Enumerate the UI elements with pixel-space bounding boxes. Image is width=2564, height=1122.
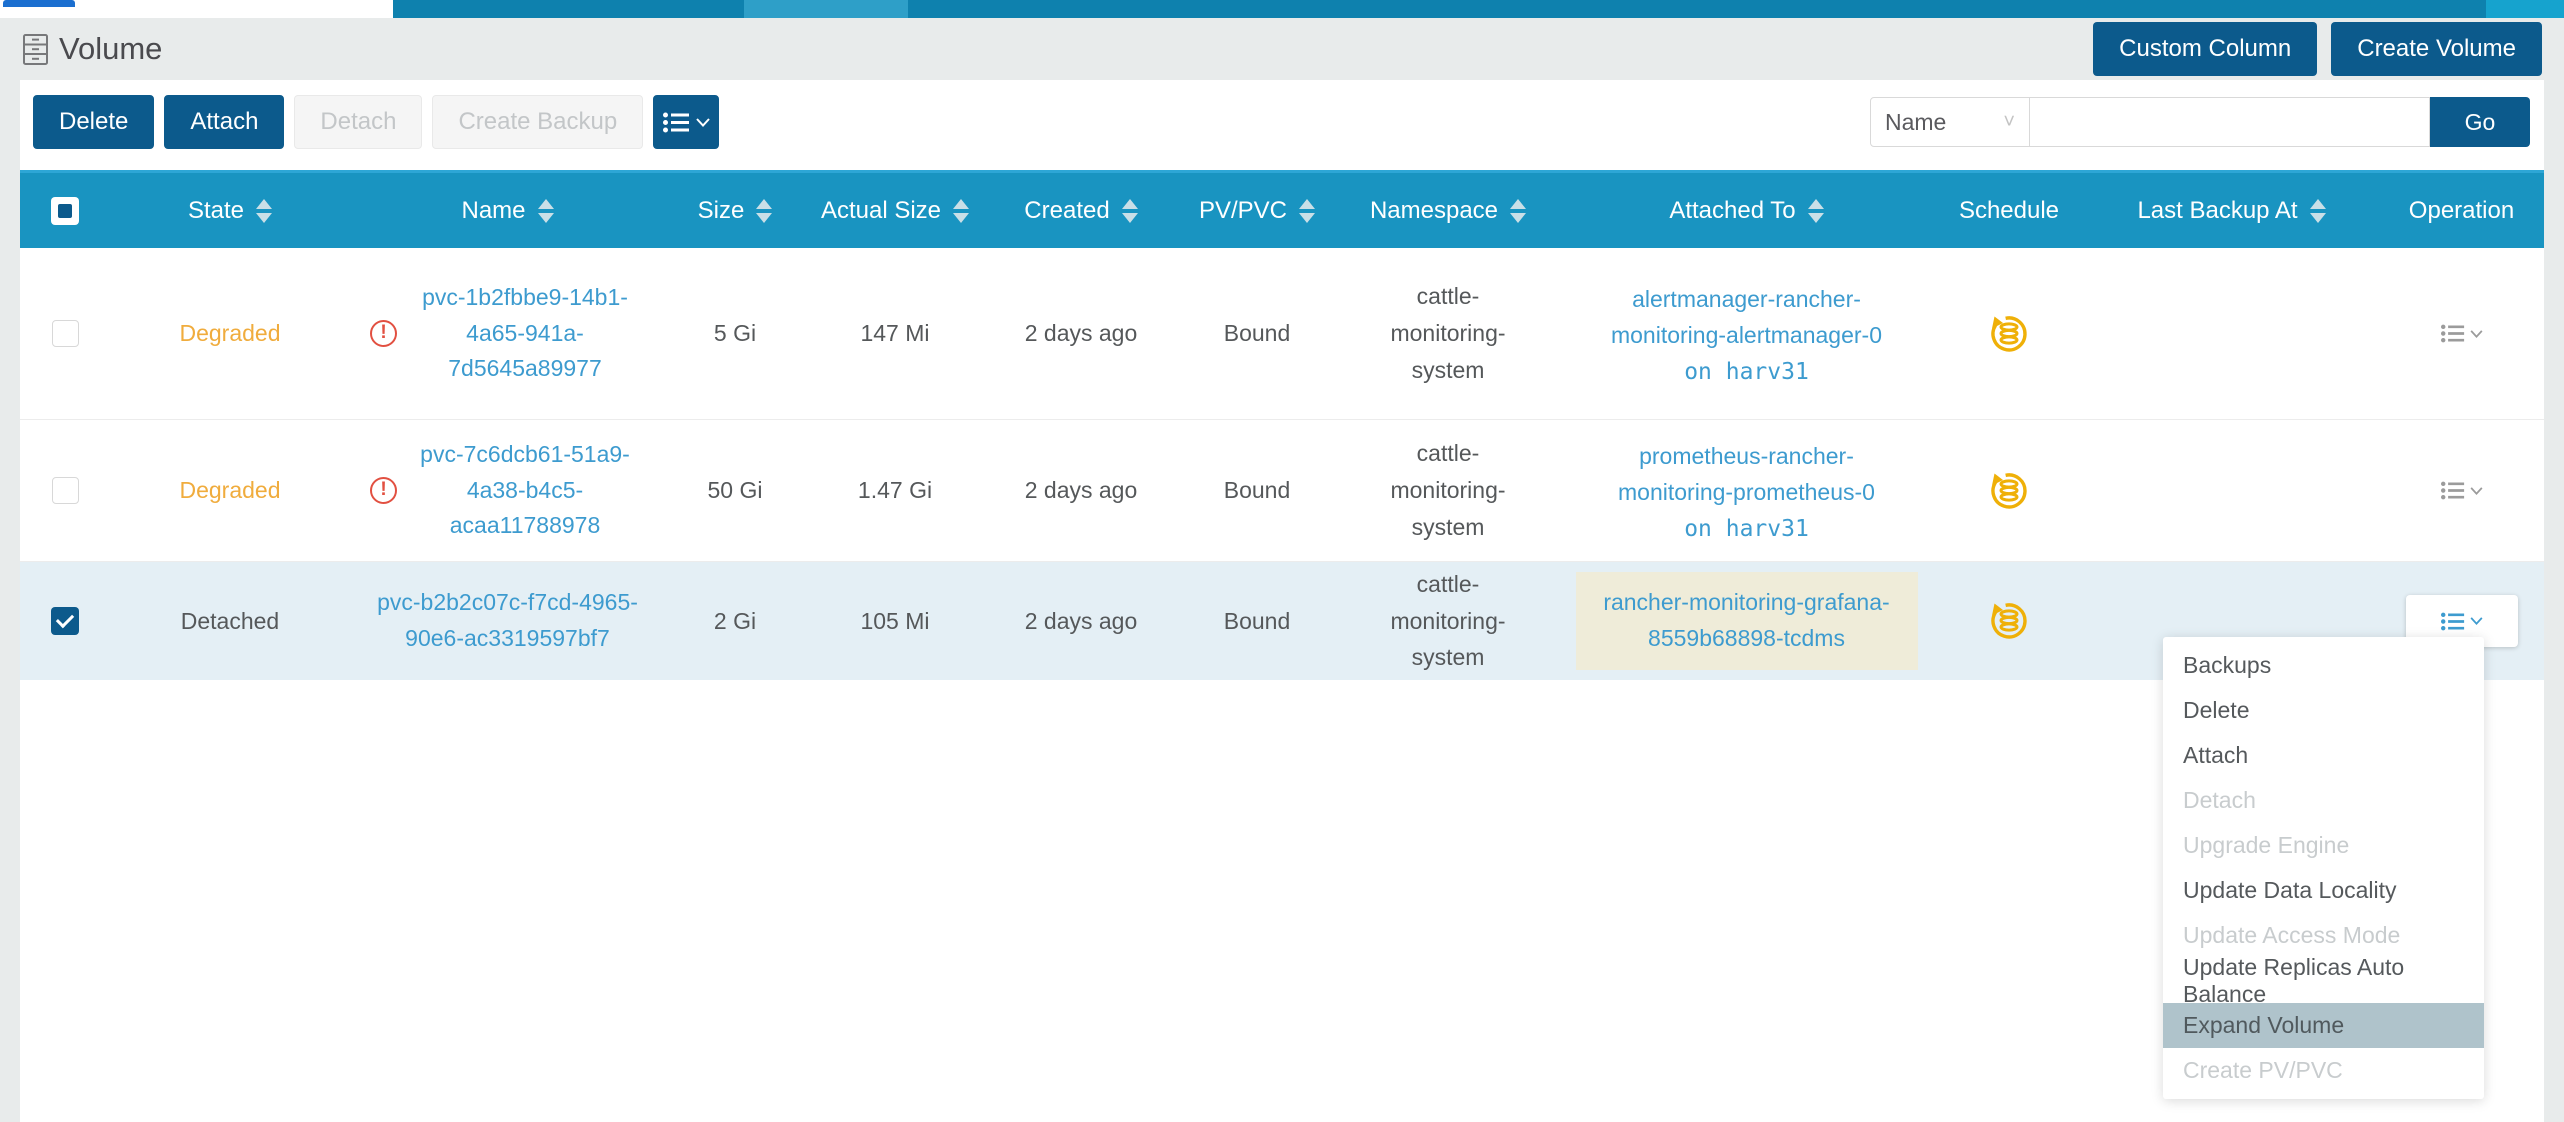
- actual-size-value: 1.47 Gi: [858, 477, 932, 504]
- search-bar: Name ˅ Go: [1870, 97, 2530, 147]
- browser-tab-strip: [0, 0, 393, 18]
- schedule-icon: [1986, 598, 2032, 644]
- sort-icon: [1808, 199, 1824, 223]
- column-header-schedule: Schedule: [1934, 197, 2084, 225]
- size-value: 5 Gi: [714, 320, 756, 347]
- select-all-checkbox[interactable]: [51, 197, 79, 225]
- select-all-header-cell: [20, 197, 110, 225]
- menu-item-update-replicas-auto-balance[interactable]: Update Replicas Auto Balance: [2163, 958, 2484, 1003]
- namespace-value: cattle-monitoring-system: [1382, 566, 1514, 676]
- attach-button[interactable]: Attach: [164, 95, 284, 149]
- volume-name-link[interactable]: pvc-b2b2c07c-f7cd-4965-90e6-ac3319597bf7: [372, 585, 644, 656]
- search-field-value: Name: [1885, 109, 1946, 136]
- sort-icon: [756, 199, 772, 223]
- sort-icon: [1510, 199, 1526, 223]
- go-button[interactable]: Go: [2430, 97, 2530, 147]
- column-header-size[interactable]: Size: [665, 197, 805, 225]
- table-row: Degraded ! pvc-1b2fbbe9-14b1-4a65-941a-7…: [20, 248, 2544, 420]
- operation-dropdown-menu: Backups Delete Attach Detach Upgrade Eng…: [2163, 637, 2484, 1099]
- status-badge: Degraded: [179, 477, 280, 504]
- status-badge: Detached: [181, 608, 279, 635]
- volume-icon: [22, 33, 49, 66]
- status-badge: Degraded: [179, 320, 280, 347]
- created-value: 2 days ago: [1025, 477, 1138, 504]
- delete-button[interactable]: Delete: [33, 95, 154, 149]
- menu-item-expand-volume[interactable]: Expand Volume: [2163, 1003, 2484, 1048]
- create-volume-button[interactable]: Create Volume: [2331, 22, 2542, 76]
- created-value: 2 days ago: [1025, 608, 1138, 635]
- attached-pod-link[interactable]: prometheus-rancher-monitoring-prometheus…: [1592, 439, 1902, 510]
- toolbar: Delete Attach Detach Create Backup Name …: [20, 80, 2544, 162]
- attached-pod-link[interactable]: alertmanager-rancher-monitoring-alertman…: [1592, 282, 1902, 353]
- chevron-down-icon: [696, 118, 710, 127]
- list-icon: [663, 112, 690, 133]
- schedule-icon: [1986, 311, 2032, 357]
- namespace-value: cattle-monitoring-system: [1382, 278, 1514, 388]
- volume-name-link[interactable]: pvc-1b2fbbe9-14b1-4a65-941a-7d5645a89977: [405, 280, 645, 387]
- volume-table: State Name Size Actual Size Created PV/P…: [20, 170, 2544, 680]
- menu-item-detach: Detach: [2163, 778, 2484, 823]
- custom-column-button[interactable]: Custom Column: [2093, 22, 2317, 76]
- row-checkbox[interactable]: [52, 320, 79, 347]
- column-header-pv-pvc[interactable]: PV/PVC: [1177, 197, 1337, 225]
- sort-icon: [538, 199, 554, 223]
- namespace-value: cattle-monitoring-system: [1382, 435, 1514, 545]
- detach-button: Detach: [294, 95, 422, 149]
- menu-item-update-access-mode: Update Access Mode: [2163, 913, 2484, 958]
- top-strip-light-segment: [744, 0, 908, 18]
- search-input[interactable]: [2030, 97, 2430, 147]
- page-title-text: Volume: [59, 31, 162, 67]
- pv-pvc-value: Bound: [1224, 320, 1291, 347]
- attached-node-link[interactable]: on harv31: [1684, 516, 1809, 542]
- column-header-operation: Operation: [2379, 197, 2544, 225]
- top-strip: [0, 0, 2564, 18]
- size-value: 50 Gi: [708, 477, 763, 504]
- menu-item-backups[interactable]: Backups: [2163, 643, 2484, 688]
- top-strip-right-segment: [2486, 0, 2564, 18]
- active-tab-indicator: [3, 0, 75, 7]
- row-checkbox-checked[interactable]: [51, 607, 79, 635]
- page-header: Volume Custom Column Create Volume: [0, 18, 2564, 80]
- table-row: Degraded ! pvc-7c6dcb61-51a9-4a38-b4c5-a…: [20, 420, 2544, 562]
- bulk-actions-menu-button[interactable]: [653, 95, 719, 149]
- column-header-created[interactable]: Created: [985, 197, 1177, 225]
- menu-item-upgrade-engine: Upgrade Engine: [2163, 823, 2484, 868]
- actual-size-value: 147 Mi: [860, 320, 929, 347]
- warning-icon: !: [370, 320, 397, 347]
- column-header-namespace[interactable]: Namespace: [1337, 197, 1559, 225]
- attached-pod-link[interactable]: rancher-monitoring-grafana-8559b68898-tc…: [1592, 585, 1902, 656]
- volume-name-link[interactable]: pvc-7c6dcb61-51a9-4a38-b4c5-acaa11788978: [405, 437, 645, 544]
- schedule-icon: [1986, 468, 2032, 514]
- row-operation-menu-button[interactable]: [2441, 324, 2483, 343]
- created-value: 2 days ago: [1025, 320, 1138, 347]
- create-backup-button: Create Backup: [432, 95, 643, 149]
- chevron-down-icon: ˅: [2003, 111, 2015, 134]
- search-field-select[interactable]: Name ˅: [1870, 97, 2030, 147]
- sort-icon: [256, 199, 272, 223]
- menu-item-attach[interactable]: Attach: [2163, 733, 2484, 778]
- column-header-name[interactable]: Name: [350, 197, 665, 225]
- column-header-state[interactable]: State: [110, 197, 350, 225]
- row-checkbox[interactable]: [52, 477, 79, 504]
- column-header-last-backup-at[interactable]: Last Backup At: [2084, 197, 2379, 225]
- attached-node-link[interactable]: on harv31: [1684, 359, 1809, 385]
- pv-pvc-value: Bound: [1224, 477, 1291, 504]
- row-operation-menu-button[interactable]: [2441, 481, 2483, 500]
- sort-icon: [2310, 199, 2326, 223]
- table-header: State Name Size Actual Size Created PV/P…: [20, 170, 2544, 248]
- column-header-actual-size[interactable]: Actual Size: [805, 197, 985, 225]
- actual-size-value: 105 Mi: [860, 608, 929, 635]
- page-title: Volume: [22, 31, 162, 67]
- menu-item-create-pv-pvc: Create PV/PVC: [2163, 1048, 2484, 1093]
- column-header-attached-to[interactable]: Attached To: [1559, 197, 1934, 225]
- pv-pvc-value: Bound: [1224, 608, 1291, 635]
- sort-icon: [1122, 199, 1138, 223]
- sort-icon: [953, 199, 969, 223]
- size-value: 2 Gi: [714, 608, 756, 635]
- menu-item-delete[interactable]: Delete: [2163, 688, 2484, 733]
- sort-icon: [1299, 199, 1315, 223]
- menu-item-update-data-locality[interactable]: Update Data Locality: [2163, 868, 2484, 913]
- warning-icon: !: [370, 477, 397, 504]
